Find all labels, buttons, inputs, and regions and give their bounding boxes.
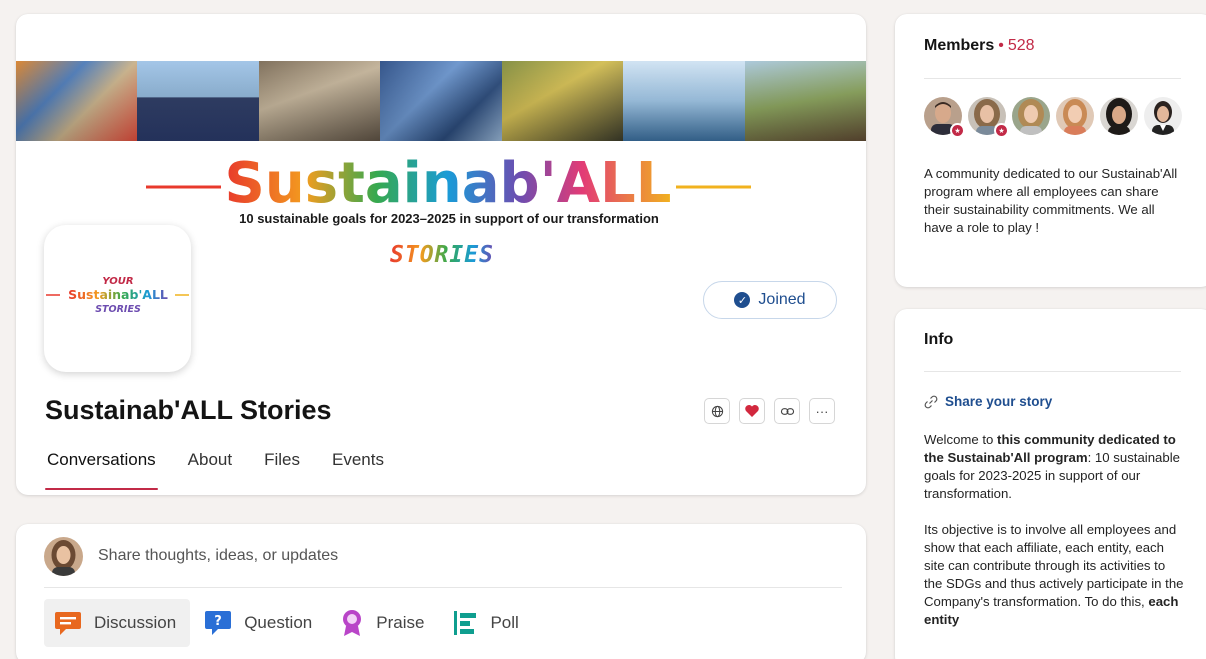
- banner-title: Sustainab'ALL: [16, 144, 866, 216]
- banner-photo-strip: [16, 61, 866, 141]
- tab-conversations[interactable]: Conversations: [45, 450, 158, 490]
- share-your-story-label: Share your story: [945, 394, 1053, 409]
- avatar[interactable]: [1144, 97, 1182, 135]
- svg-text:STORIES: STORIES: [390, 242, 494, 268]
- info-paragraph: Welcome to this community dedicated to t…: [924, 432, 1180, 501]
- banner-photo: [623, 61, 745, 141]
- joined-button[interactable]: ✓ Joined: [703, 281, 837, 319]
- members-card: Members • 528 ★ ★ A community dedicated to…: [895, 14, 1206, 287]
- praise-label: Praise: [376, 613, 425, 632]
- banner-stories-text: STORIES: [390, 239, 530, 275]
- community-logo: YOUR Sustainab'ALL STORIES: [44, 225, 191, 372]
- banner-photo: [16, 61, 138, 141]
- more-icon[interactable]: ···: [809, 398, 835, 424]
- banner-photo: [744, 61, 866, 141]
- question-button[interactable]: ? Question: [194, 599, 326, 647]
- discussion-icon: [55, 612, 81, 635]
- divider: [924, 371, 1181, 372]
- post-type-bar: Discussion ? Question Praise Poll: [44, 599, 533, 647]
- admin-badge-icon: ★: [950, 123, 965, 138]
- community-header-card: Sustainab'ALL 10 sustainable goals for 2…: [16, 14, 866, 495]
- admin-badge-icon: ★: [994, 123, 1009, 138]
- members-heading[interactable]: Members • 528: [924, 37, 1035, 55]
- avatar[interactable]: [1012, 97, 1050, 135]
- members-count: 528: [1007, 37, 1035, 54]
- question-label: Question: [244, 613, 313, 632]
- composer-card: Share thoughts, ideas, or updates Discus…: [16, 524, 866, 659]
- members-title: Members: [924, 37, 995, 54]
- poll-button[interactable]: Poll: [442, 599, 532, 647]
- globe-icon[interactable]: [704, 398, 730, 424]
- question-icon: ?: [205, 611, 232, 635]
- avatar: [44, 537, 83, 576]
- banner-photo: [258, 61, 381, 141]
- banner-photo: [137, 61, 260, 141]
- avatar[interactable]: [1100, 97, 1138, 135]
- discussion-label: Discussion: [94, 613, 177, 632]
- svg-text:STORIES: STORIES: [95, 304, 141, 315]
- tab-events[interactable]: Events: [332, 450, 384, 490]
- community-description: A community dedicated to our Sustainab'A…: [924, 166, 1178, 235]
- divider: [924, 78, 1181, 79]
- avatar[interactable]: [1056, 97, 1094, 135]
- heart-icon[interactable]: [739, 398, 765, 424]
- tab-about[interactable]: About: [188, 450, 232, 490]
- community-tabs: Conversations About Files Events: [45, 450, 416, 490]
- separator-dot: •: [998, 37, 1004, 54]
- community-actions: ···: [704, 398, 835, 424]
- banner-photo: [380, 61, 503, 141]
- community-name: Sustainab'ALL Stories: [45, 395, 332, 425]
- svg-text:Sustainab'ALL: Sustainab'ALL: [68, 287, 168, 302]
- poll-label: Poll: [490, 613, 519, 632]
- poll-icon: [454, 611, 477, 635]
- divider: [44, 587, 842, 588]
- svg-text:?: ?: [214, 614, 222, 629]
- banner-photo: [501, 61, 624, 141]
- banner-title-text: Sustainab'ALL: [225, 151, 672, 214]
- avatar[interactable]: ★: [924, 97, 965, 138]
- discussion-button[interactable]: Discussion: [44, 599, 191, 647]
- avatar[interactable]: ★: [968, 97, 1009, 138]
- share-your-story-link[interactable]: Share your story: [924, 394, 1052, 409]
- info-paragraph: Its objective is to involve all employee…: [924, 522, 1184, 627]
- joined-label: Joined: [758, 291, 806, 308]
- info-title: Info: [924, 331, 954, 348]
- composer-input[interactable]: Share thoughts, ideas, or updates: [98, 547, 338, 565]
- link-icon: [924, 395, 938, 408]
- member-avatars: ★ ★: [924, 97, 1182, 138]
- praise-button[interactable]: Praise: [330, 599, 438, 647]
- svg-text:YOUR: YOUR: [102, 276, 133, 287]
- banner-subtitle: 10 sustainable goals for 2023–2025 in su…: [239, 211, 659, 226]
- check-circle-icon: ✓: [734, 292, 751, 308]
- tab-files[interactable]: Files: [264, 450, 300, 490]
- info-card: Info Share your story Welcome to this co…: [895, 309, 1206, 659]
- info-body: Welcome to this community dedicated to t…: [924, 431, 1186, 647]
- praise-icon: [343, 610, 362, 636]
- link-icon[interactable]: [774, 398, 800, 424]
